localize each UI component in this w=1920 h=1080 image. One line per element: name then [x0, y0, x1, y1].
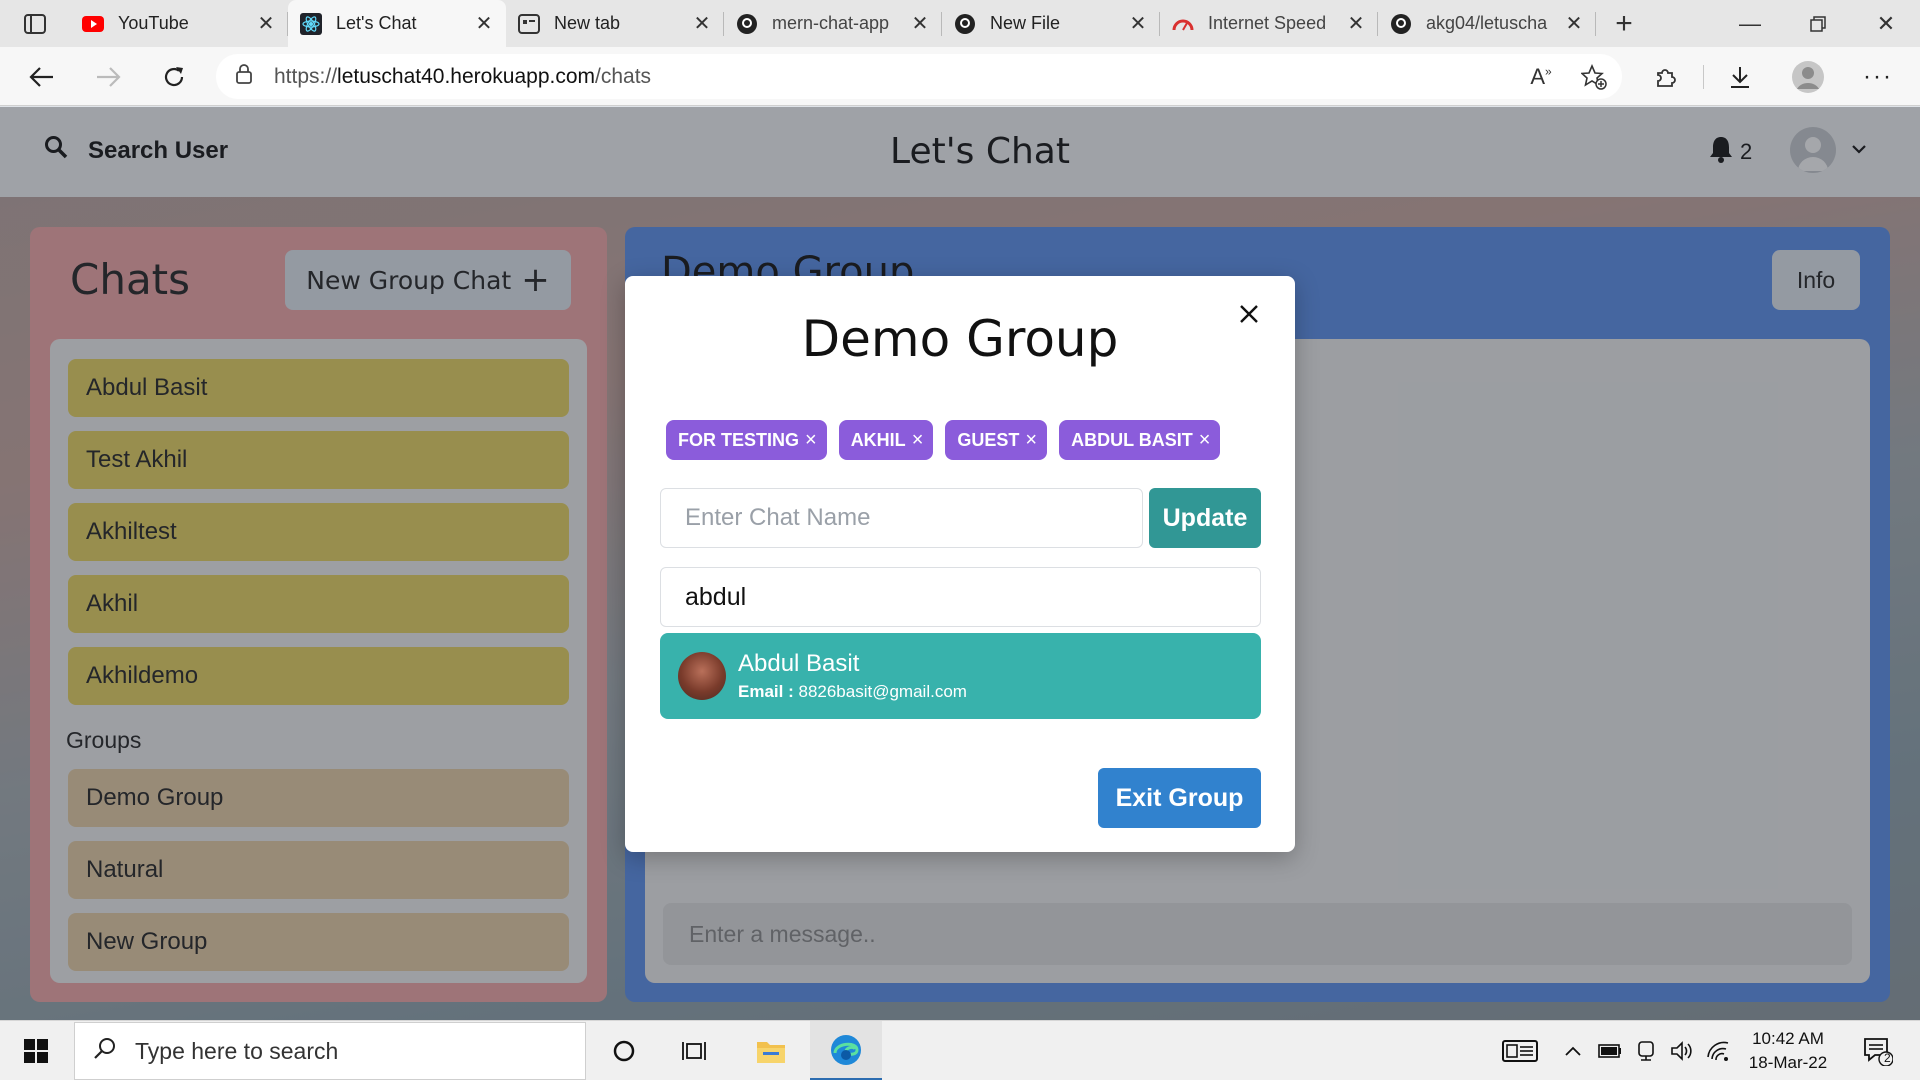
group-members: FOR TESTING × AKHIL × GUEST × ABDUL BASIT ×: [666, 420, 1232, 460]
tab-actions-icon[interactable]: [0, 0, 70, 47]
tab-mern-chat-app[interactable]: mern-chat-app ✕: [724, 0, 942, 47]
notification-center-icon[interactable]: 2: [1848, 1021, 1908, 1080]
close-icon[interactable]: ✕: [1128, 11, 1148, 36]
minimize-icon[interactable]: —: [1716, 0, 1784, 47]
volume-icon[interactable]: [1664, 1021, 1700, 1080]
modal-title: Demo Group: [801, 310, 1119, 368]
tab-label: New File: [990, 13, 1061, 33]
tab-label: Internet Speed: [1208, 13, 1327, 33]
tab-label: akg04/letuscha: [1426, 13, 1548, 33]
github-icon: [954, 13, 976, 35]
update-button[interactable]: Update: [1149, 488, 1261, 548]
close-icon[interactable]: ✕: [910, 11, 930, 36]
member-badge[interactable]: FOR TESTING ×: [666, 420, 827, 460]
url-field[interactable]: https://letuschat40.herokuapp.com/chats: [216, 54, 1622, 99]
youtube-icon: [82, 13, 104, 35]
close-window-icon[interactable]: ✕: [1852, 0, 1920, 47]
browser-tab-bar: YouTube ✕ Let's Chat ✕ New tab ✕ mern-ch…: [0, 0, 1920, 47]
avatar: [678, 652, 726, 700]
refresh-icon[interactable]: [154, 57, 194, 97]
newtab-icon: [518, 13, 540, 35]
tab-youtube[interactable]: YouTube ✕: [70, 0, 288, 47]
clock-time: 10:42 AM: [1752, 1029, 1824, 1048]
user-info: Abdul Basit Email : 8826basit@gmail.com: [738, 650, 967, 702]
notification-center-count: 2: [1884, 1051, 1891, 1065]
cortana-icon[interactable]: [588, 1021, 660, 1080]
github-icon: [1390, 13, 1412, 35]
remove-icon[interactable]: ×: [805, 429, 817, 452]
read-aloud-icon[interactable]: A»: [1521, 57, 1561, 97]
github-icon: [736, 13, 758, 35]
extensions-icon[interactable]: [1646, 57, 1686, 97]
back-icon[interactable]: [22, 57, 62, 97]
close-icon[interactable]: ✕: [256, 11, 276, 36]
tab-akg04-letuschat[interactable]: akg04/letuscha ✕: [1378, 0, 1596, 47]
tab-label: Let's Chat: [336, 13, 417, 33]
battery-icon[interactable]: [1592, 1021, 1628, 1080]
member-badge[interactable]: GUEST ×: [945, 420, 1048, 460]
task-view-icon[interactable]: [660, 1021, 732, 1080]
profile-avatar[interactable]: [1788, 57, 1828, 97]
tab-label: mern-chat-app: [772, 13, 890, 33]
edge-icon[interactable]: [810, 1021, 882, 1080]
taskbar: Type here to search 10:42 AM 18-Mar-22 2: [0, 1020, 1920, 1080]
clock-date: 18-Mar-22: [1748, 1053, 1828, 1072]
user-name: Abdul Basit: [738, 650, 860, 677]
speedometer-icon: [1172, 13, 1194, 35]
search-icon: [93, 1036, 117, 1066]
lock-icon[interactable]: [236, 64, 252, 89]
favorites-add-icon[interactable]: [1574, 57, 1614, 97]
url-text: https://letuschat40.herokuapp.com/chats: [274, 64, 652, 88]
news-widget-icon[interactable]: [1485, 1021, 1555, 1080]
more-options-icon[interactable]: ···: [1858, 57, 1898, 97]
tab-lets-chat[interactable]: Let's Chat ✕: [288, 0, 506, 47]
taskbar-search-placeholder: Type here to search: [135, 1037, 339, 1064]
react-icon: [300, 12, 322, 35]
close-icon[interactable]: ✕: [1564, 11, 1584, 36]
meet-now-icon[interactable]: [1628, 1021, 1664, 1080]
update-group-modal: Demo Group FOR TESTING × AKHIL × GUEST × AB…: [625, 276, 1295, 852]
user-search-result[interactable]: Abdul Basit Email : 8826basit@gmail.com: [660, 633, 1261, 719]
close-icon[interactable]: ✕: [692, 11, 712, 36]
close-icon[interactable]: ✕: [474, 11, 494, 36]
forward-icon[interactable]: [88, 57, 128, 97]
add-user-input[interactable]: abdul: [660, 567, 1261, 627]
member-badge[interactable]: ABDUL BASIT ×: [1059, 420, 1221, 460]
chevron-up-icon[interactable]: [1555, 1021, 1591, 1080]
member-badge[interactable]: AKHIL ×: [838, 420, 934, 460]
system-clock[interactable]: 10:42 AM 18-Mar-22: [1740, 1027, 1836, 1075]
downloads-icon[interactable]: [1720, 57, 1760, 97]
remove-icon[interactable]: ×: [1025, 429, 1037, 452]
remove-icon[interactable]: ×: [912, 429, 924, 452]
tab-label: YouTube: [118, 13, 189, 33]
tab-internet-speed[interactable]: Internet Speed ✕: [1160, 0, 1378, 47]
address-bar: https://letuschat40.herokuapp.com/chats …: [0, 47, 1920, 106]
restore-icon[interactable]: [1784, 0, 1852, 47]
chat-name-input[interactable]: Enter Chat Name: [660, 488, 1143, 548]
new-tab-button[interactable]: +: [1596, 0, 1652, 47]
remove-icon[interactable]: ×: [1199, 429, 1211, 452]
user-email: Email : 8826basit@gmail.com: [738, 682, 967, 701]
taskbar-search[interactable]: Type here to search: [74, 1022, 586, 1080]
tab-label: New tab: [554, 13, 621, 33]
exit-group-button[interactable]: Exit Group: [1098, 768, 1261, 828]
close-icon[interactable]: ✕: [1346, 11, 1366, 36]
window-controls: — ✕: [1716, 0, 1920, 47]
wifi-icon[interactable]: [1700, 1021, 1736, 1080]
windows-start-icon[interactable]: [0, 1021, 72, 1080]
tab-new-tab[interactable]: New tab ✕: [506, 0, 724, 47]
file-explorer-icon[interactable]: [735, 1021, 807, 1080]
tab-new-file[interactable]: New File ✕: [942, 0, 1160, 47]
